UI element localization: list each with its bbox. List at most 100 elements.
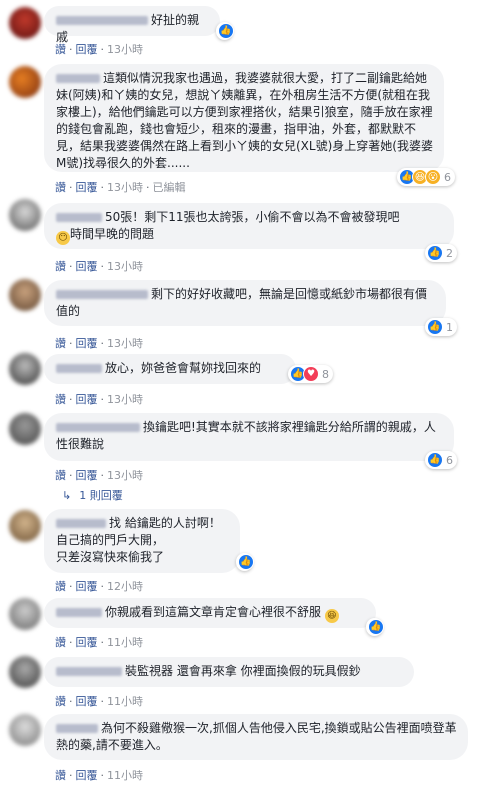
reaction-summary[interactable]: 👍 2 — [425, 244, 457, 262]
edited-label[interactable]: 已編輯 — [153, 181, 186, 194]
avatar[interactable] — [9, 279, 41, 311]
commenter-name[interactable] — [56, 423, 140, 432]
comment-actions: 讚 · 回覆 · 11小時 — [55, 695, 143, 708]
reply-button[interactable]: 回覆 — [76, 636, 98, 649]
reply-button[interactable]: 回覆 — [76, 393, 98, 406]
like-reaction-icon: 👍 — [368, 619, 384, 635]
comment-text: 為何不殺雞儆猴一次,抓個人告他侵入民宅,換鎖或貼公告裡面喷登革熱的藥,請不要進入… — [56, 721, 457, 752]
laughing-emoji-icon: 😆 — [324, 609, 339, 623]
commenter-name[interactable] — [56, 213, 102, 222]
timestamp[interactable]: 11小時 — [107, 695, 143, 708]
like-button[interactable]: 讚 — [55, 43, 66, 56]
avatar[interactable] — [9, 510, 41, 542]
timestamp[interactable]: 11小時 — [107, 636, 143, 649]
avatar[interactable] — [9, 66, 41, 98]
commenter-name[interactable] — [56, 667, 122, 676]
love-reaction-icon: ♥ — [303, 366, 319, 382]
reply-button[interactable]: 回覆 — [76, 43, 98, 56]
reaction-count: 8 — [322, 367, 329, 381]
comment-bubble: 剩下的好好收藏吧，無論是回憶或紙鈔市場都很有價值的 — [44, 280, 446, 326]
timestamp[interactable]: 13小時 — [107, 469, 143, 482]
reaction-summary[interactable]: 👍 — [236, 553, 254, 571]
emoji-icon: 😶 — [56, 231, 70, 245]
comment-text: 放心，妳爸爸會幫妳找回來的 — [105, 361, 262, 375]
commenter-name[interactable] — [56, 724, 98, 733]
comment-text: 裝監視器 還會再來拿 你裡面換假的玩具假鈔 — [125, 664, 361, 678]
timestamp[interactable]: 11小時 — [107, 769, 143, 782]
like-button[interactable]: 讚 — [55, 636, 66, 649]
timestamp[interactable]: 13小時 — [107, 393, 143, 406]
timestamp[interactable]: 13小時 — [107, 260, 143, 273]
reaction-summary[interactable]: 👍 ♥ 8 — [288, 365, 333, 383]
comment-bubble: 好扯的親戚 — [44, 6, 220, 44]
wow-reaction-icon: 😮 — [425, 169, 441, 185]
comment-bubble: 50張！剩下11張也太誇張，小偷不會以為不會被發現吧 😶 時間早晚的問題 — [44, 203, 454, 249]
timestamp[interactable]: 13小時 — [107, 337, 143, 350]
comment-text: 這類似情況我家也遇過，我婆婆就很大愛，打了二副鑰匙給她妹(阿姨)和ㄚ姨的女兒，想… — [56, 71, 433, 170]
commenter-name[interactable] — [56, 364, 102, 373]
timestamp[interactable]: 13小時 — [107, 43, 143, 56]
like-reaction-icon: 👍 — [238, 554, 254, 570]
avatar[interactable] — [9, 656, 41, 688]
reply-button[interactable]: 回覆 — [76, 337, 98, 350]
like-reaction-icon: 👍 — [218, 23, 234, 39]
commenter-name[interactable] — [56, 74, 100, 83]
reply-button[interactable]: 回覆 — [76, 769, 98, 782]
like-reaction-icon: 👍 — [427, 452, 443, 468]
timestamp[interactable]: 13小時 — [107, 181, 143, 194]
comment-text-line: 時間早晚的問題 — [70, 227, 155, 241]
reaction-count: 2 — [446, 246, 453, 260]
comment-actions: 讚 · 回覆 · 13小時 — [55, 393, 143, 406]
comment-text: 你親戚看到這篇文章肯定會心裡很不舒服 — [105, 605, 322, 619]
like-button[interactable]: 讚 — [55, 469, 66, 482]
avatar[interactable] — [9, 353, 41, 385]
avatar[interactable] — [9, 598, 41, 630]
like-reaction-icon: 👍 — [427, 245, 443, 261]
commenter-name[interactable] — [56, 519, 106, 528]
view-replies-link[interactable]: ↳ 1 則回覆 — [62, 487, 123, 503]
reply-arrow-icon: ↳ — [62, 489, 72, 502]
reaction-summary[interactable]: 👍 1 — [425, 318, 457, 336]
reaction-count: 6 — [446, 453, 453, 467]
like-button[interactable]: 讚 — [55, 769, 66, 782]
like-button[interactable]: 讚 — [55, 695, 66, 708]
reaction-summary[interactable]: 👍 — [216, 22, 234, 40]
avatar[interactable] — [9, 413, 41, 445]
comment-text-line: 自己搞的門戶大開， — [56, 533, 165, 547]
timestamp[interactable]: 12小時 — [107, 580, 143, 593]
like-button[interactable]: 讚 — [55, 260, 66, 273]
commenter-name[interactable] — [56, 608, 102, 617]
comment-bubble: 找 給鑰匙的人討啊！ 自己搞的門戶大開， 只差沒寫快來偷我了 — [44, 509, 240, 573]
reply-button[interactable]: 回覆 — [76, 469, 98, 482]
reply-count: 1 則回覆 — [79, 489, 123, 502]
comment-bubble: 換鑰匙吧!其實本就不該將家裡鑰匙分給所謂的親戚，人性很難說 — [44, 413, 454, 461]
reaction-count: 6 — [444, 170, 451, 184]
reply-button[interactable]: 回覆 — [76, 260, 98, 273]
comment-actions: 讚 · 回覆 · 12小時 — [55, 580, 143, 593]
comment-bubble: 放心，妳爸爸會幫妳找回來的 — [44, 354, 296, 384]
comment-bubble: 這類似情況我家也遇過，我婆婆就很大愛，打了二副鑰匙給她妹(阿姨)和ㄚ姨的女兒，想… — [44, 64, 444, 172]
reaction-summary[interactable]: 👍 😆 😮 6 — [397, 168, 455, 186]
reply-button[interactable]: 回覆 — [76, 181, 98, 194]
reaction-count: 1 — [446, 320, 453, 334]
reaction-summary[interactable]: 👍 6 — [425, 451, 457, 469]
commenter-name[interactable] — [56, 290, 148, 299]
avatar[interactable] — [9, 714, 41, 746]
like-button[interactable]: 讚 — [55, 337, 66, 350]
comment-bubble: 裝監視器 還會再來拿 你裡面換假的玩具假鈔 — [44, 657, 414, 687]
avatar[interactable] — [9, 199, 41, 231]
avatar[interactable] — [9, 7, 41, 39]
comment-actions: 讚 · 回覆 · 13小時 — [55, 43, 143, 56]
reply-button[interactable]: 回覆 — [76, 580, 98, 593]
comment-actions: 讚 · 回覆 · 13小時 — [55, 469, 143, 482]
comment-actions: 讚 · 回覆 · 11小時 — [55, 636, 143, 649]
like-button[interactable]: 讚 — [55, 181, 66, 194]
reaction-summary[interactable]: 👍 — [366, 618, 384, 636]
commenter-name[interactable] — [56, 16, 148, 25]
comment-actions: 讚 · 回覆 · 11小時 — [55, 769, 143, 782]
like-button[interactable]: 讚 — [55, 393, 66, 406]
comment-text-line: 只差沒寫快來偷我了 — [56, 550, 165, 564]
like-button[interactable]: 讚 — [55, 580, 66, 593]
comment-actions: 讚 · 回覆 · 13小時 — [55, 260, 143, 273]
reply-button[interactable]: 回覆 — [76, 695, 98, 708]
